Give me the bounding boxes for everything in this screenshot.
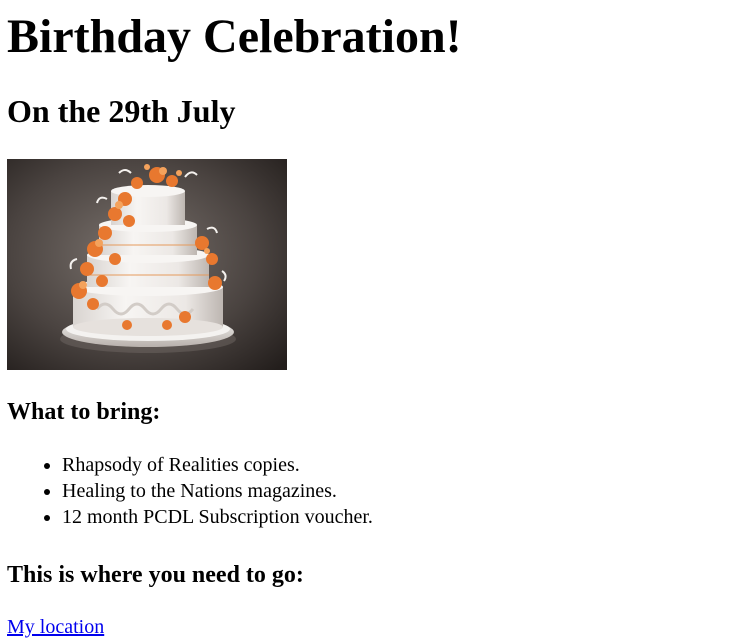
event-date: On the 29th July (7, 93, 236, 129)
location-heading: This is where you need to go: (7, 562, 304, 588)
page-title: Birthday Celebration! (7, 10, 462, 63)
list-item: Healing to the Nations magazines. (62, 478, 373, 504)
location-link[interactable]: My location (7, 614, 104, 640)
cake-image (7, 159, 287, 370)
list-item: Rhapsody of Realities copies. (62, 452, 373, 478)
list-item: 12 month PCDL Subscription voucher. (62, 504, 373, 530)
bring-heading: What to bring: (7, 399, 161, 425)
bring-list: Rhapsody of Realities copies. Healing to… (7, 452, 373, 530)
